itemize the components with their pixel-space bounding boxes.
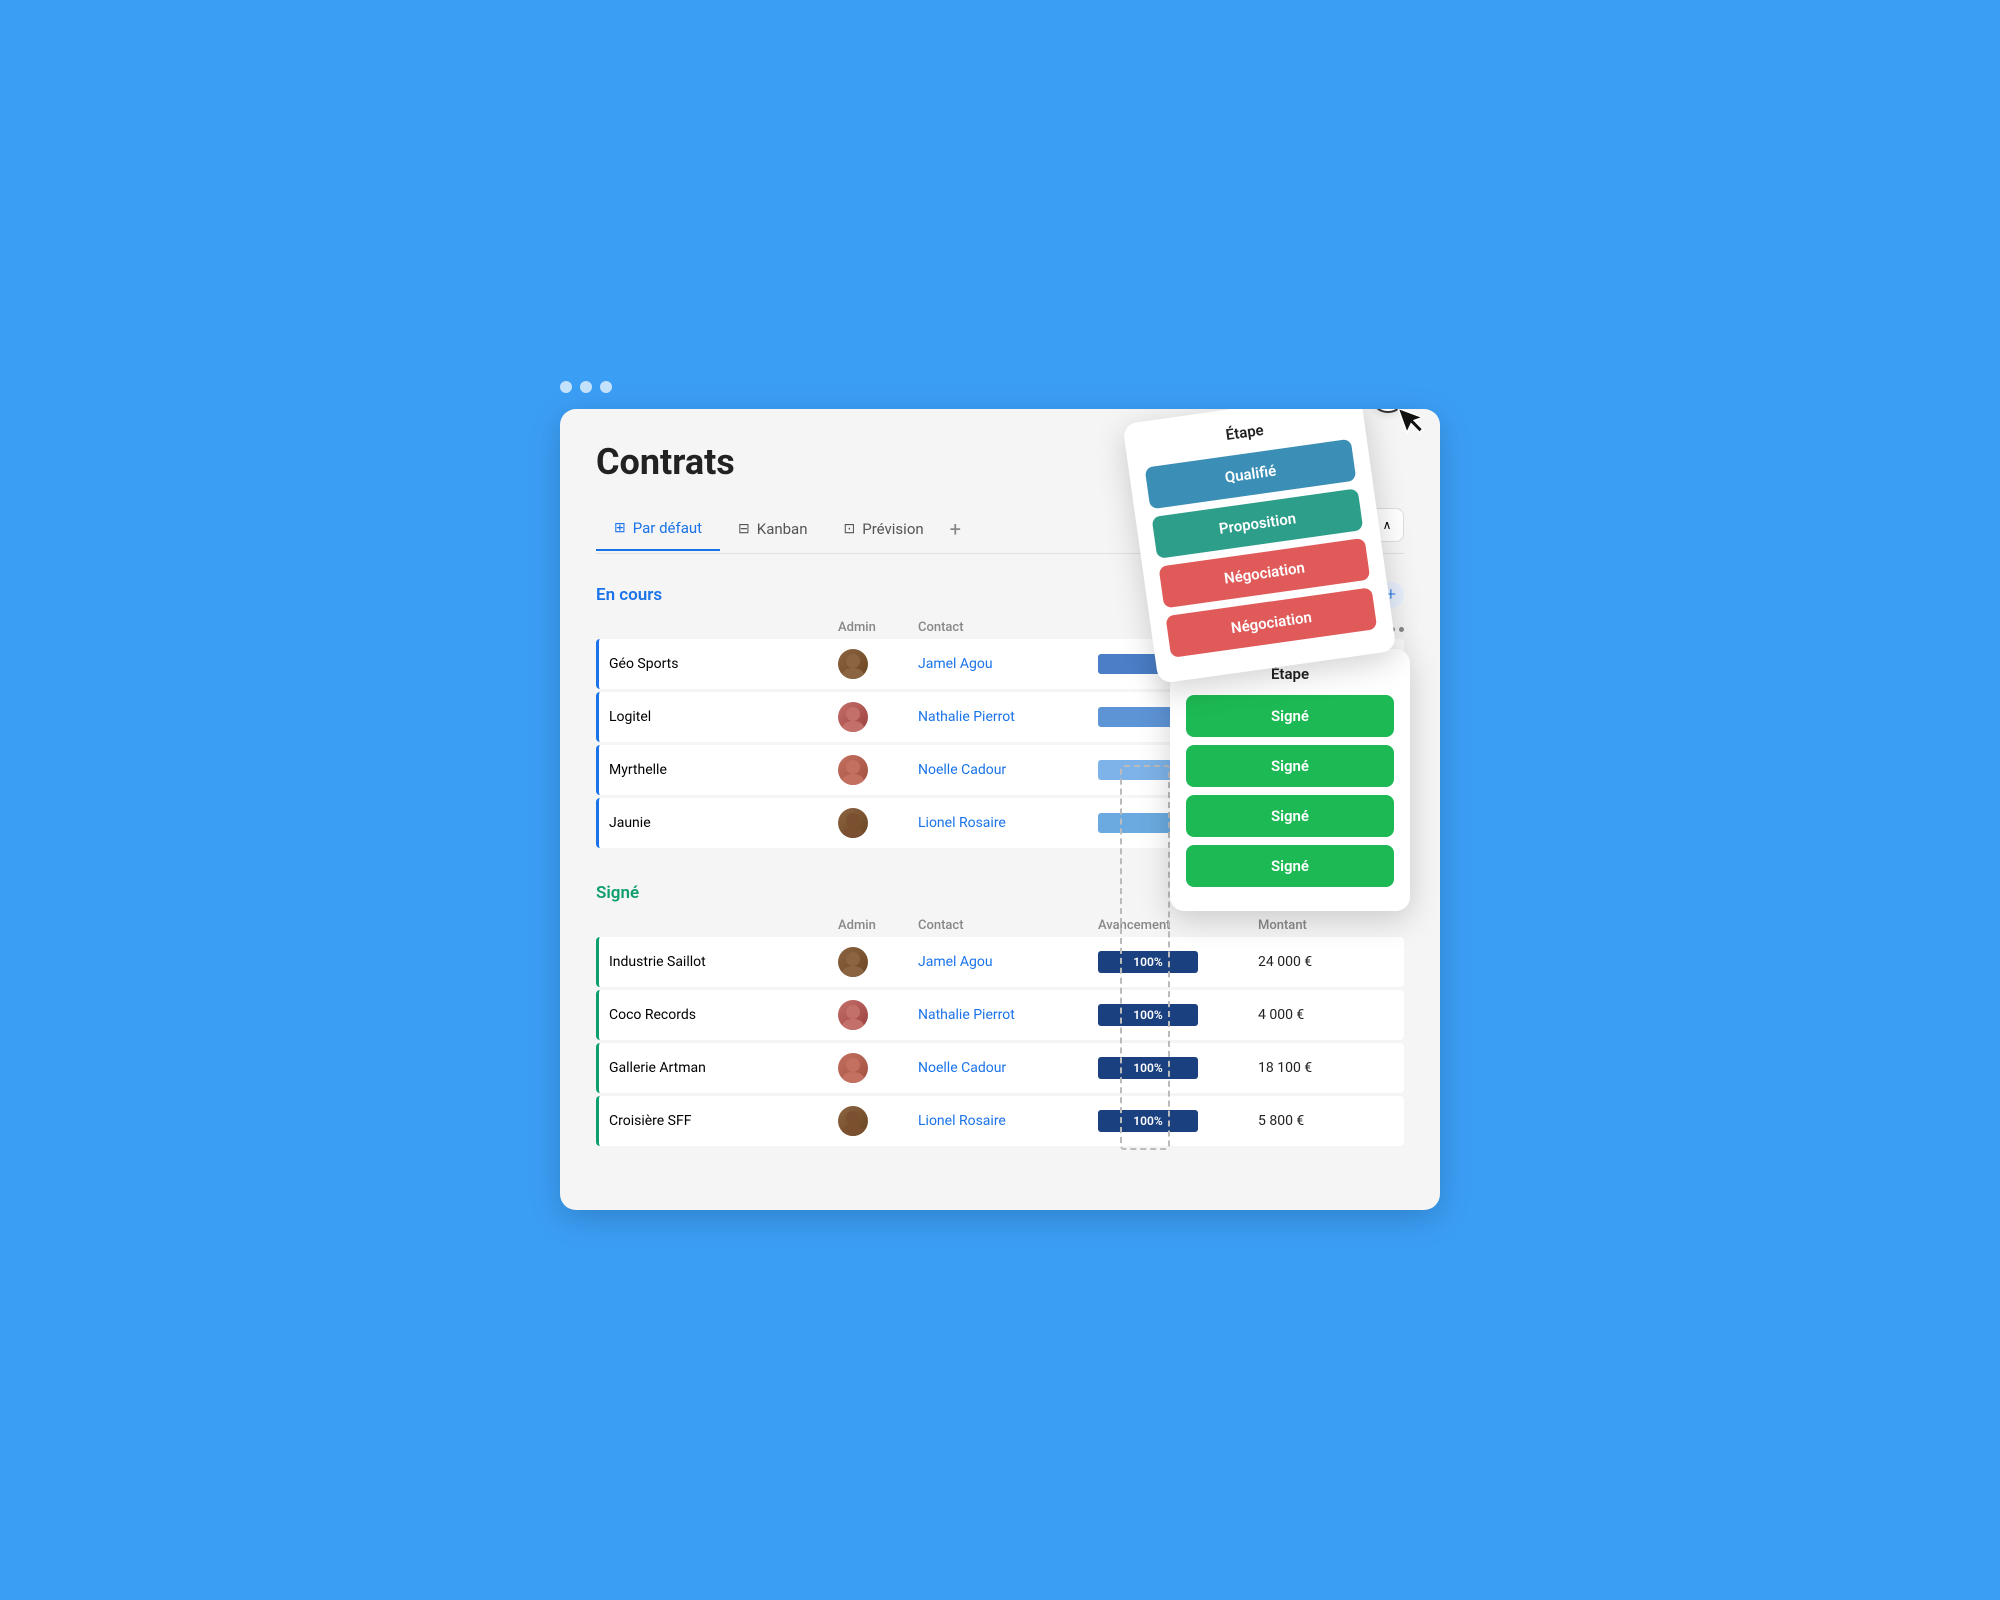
contact-link[interactable]: Jamel Agou bbox=[918, 954, 1098, 970]
col-contact-label-signe: Contact bbox=[918, 918, 1098, 933]
contact-link[interactable]: Nathalie Pierrot bbox=[918, 1007, 1098, 1023]
stage-dropdown-top: Étape Qualifié Proposition Négociation N… bbox=[1122, 409, 1396, 684]
contact-link[interactable]: Jamel Agou bbox=[918, 656, 1098, 672]
floating-cards-area: + Étape Qualifié Proposition Négociation… bbox=[1080, 409, 1440, 1210]
col-name-label-signe bbox=[604, 918, 838, 933]
contact-link[interactable]: Lionel Rosaire bbox=[918, 1113, 1098, 1129]
avatar bbox=[838, 1053, 868, 1083]
stage-option-signe-4[interactable]: Signé bbox=[1186, 845, 1394, 887]
section-en-cours-title: En cours bbox=[596, 585, 662, 605]
contact-link[interactable]: Noelle Cadour bbox=[918, 762, 1098, 778]
stage-option-signe-3[interactable]: Signé bbox=[1186, 795, 1394, 837]
col-admin-label-signe: Admin bbox=[838, 918, 918, 933]
avatar bbox=[838, 649, 868, 679]
col-contact-label: Contact bbox=[918, 620, 1098, 635]
tab-add-button[interactable]: + bbox=[942, 507, 969, 553]
dot-2 bbox=[580, 381, 592, 393]
stage-option-signe-1[interactable]: Signé bbox=[1186, 695, 1394, 737]
row-name: Logitel bbox=[609, 709, 838, 725]
stage-dropdown-bottom: Étape Signé Signé Signé Signé bbox=[1170, 649, 1410, 911]
stage-option-signe-2[interactable]: Signé bbox=[1186, 745, 1394, 787]
row-name: Gallerie Artman bbox=[609, 1060, 838, 1076]
tab-par-defaut[interactable]: ⊞ Par défaut bbox=[596, 509, 720, 551]
dot-1 bbox=[560, 381, 572, 393]
outer-frame: + Étape Qualifié Proposition Négociation… bbox=[530, 351, 1470, 1250]
avatar bbox=[838, 947, 868, 977]
avatar bbox=[838, 1000, 868, 1030]
section-signe-title: Signé bbox=[596, 883, 639, 903]
contact-link[interactable]: Nathalie Pierrot bbox=[918, 709, 1098, 725]
row-name: Géo Sports bbox=[609, 656, 838, 672]
row-name: Coco Records bbox=[609, 1007, 838, 1023]
tab-par-defaut-label: Par défaut bbox=[633, 519, 702, 537]
tab-prevision-icon: ⊡ bbox=[844, 521, 856, 537]
row-name: Industrie Saillot bbox=[609, 954, 838, 970]
col-name-label bbox=[604, 620, 838, 635]
avatar bbox=[838, 702, 868, 732]
tab-kanban-label: Kanban bbox=[757, 520, 808, 538]
browser-window: + Étape Qualifié Proposition Négociation… bbox=[560, 409, 1440, 1210]
col-admin-label: Admin bbox=[838, 620, 918, 635]
tab-prevision-label: Prévision bbox=[862, 520, 923, 538]
dot-3 bbox=[600, 381, 612, 393]
avatar bbox=[838, 755, 868, 785]
tab-kanban[interactable]: ⊟ Kanban bbox=[720, 510, 825, 550]
avatar bbox=[838, 808, 868, 838]
cursor-icon bbox=[1395, 409, 1436, 447]
window-dots bbox=[560, 381, 1440, 393]
row-name: Jaunie bbox=[609, 815, 838, 831]
row-name: Croisière SFF bbox=[609, 1113, 838, 1129]
avatar bbox=[838, 1106, 868, 1136]
contact-link[interactable]: Noelle Cadour bbox=[918, 1060, 1098, 1076]
row-name: Myrthelle bbox=[609, 762, 838, 778]
tab-prevision[interactable]: ⊡ Prévision bbox=[826, 510, 942, 550]
tab-par-defaut-icon: ⊞ bbox=[614, 520, 626, 536]
tab-kanban-icon: ⊟ bbox=[738, 521, 750, 537]
contact-link[interactable]: Lionel Rosaire bbox=[918, 815, 1098, 831]
